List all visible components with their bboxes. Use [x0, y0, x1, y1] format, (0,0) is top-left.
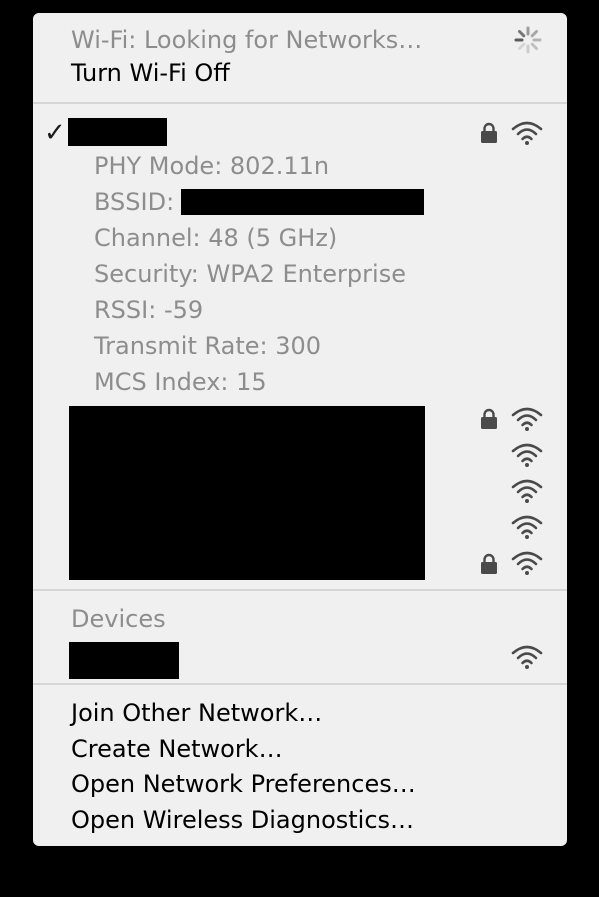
devices-header: Devices — [71, 605, 166, 633]
device-name-redacted[interactable] — [69, 642, 179, 679]
mcs-index-detail: MCS Index: 15 — [94, 368, 267, 396]
wifi-signal-icon — [511, 515, 543, 539]
current-network-name-redacted[interactable] — [68, 118, 167, 146]
open-wireless-diagnostics-item[interactable]: Open Wireless Diagnostics… — [71, 803, 567, 837]
wifi-signal-icon — [511, 407, 543, 431]
transmit-rate-detail: Transmit Rate: 300 — [94, 332, 322, 360]
lock-icon — [481, 408, 497, 429]
wifi-status-label: Wi-Fi: Looking for Networks… — [71, 26, 423, 54]
wifi-signal-icon — [511, 443, 543, 467]
wifi-signal-icon — [511, 479, 543, 503]
open-network-preferences-item[interactable]: Open Network Preferences… — [71, 767, 567, 801]
separator — [33, 589, 567, 591]
lock-icon — [481, 553, 497, 574]
wifi-menu: Wi-Fi: Looking for Networks… Turn Wi-Fi … — [33, 13, 567, 846]
wifi-signal-icon — [511, 645, 543, 669]
bssid-value-redacted — [181, 189, 424, 215]
rssi-detail: RSSI: -59 — [94, 296, 204, 324]
phy-mode-detail: PHY Mode: 802.11n — [94, 152, 330, 180]
separator — [33, 683, 567, 685]
network-list-redacted[interactable] — [69, 406, 425, 580]
join-other-network-item[interactable]: Join Other Network… — [71, 696, 567, 730]
wifi-signal-icon — [511, 551, 543, 575]
security-detail: Security: WPA2 Enterprise — [94, 260, 406, 288]
separator — [33, 102, 567, 104]
checkmark-icon: ✓ — [44, 118, 66, 148]
turn-wifi-off-item[interactable]: Turn Wi-Fi Off — [71, 56, 567, 90]
wifi-signal-icon — [511, 121, 543, 145]
channel-detail: Channel: 48 (5 GHz) — [94, 224, 338, 252]
lock-icon — [481, 122, 497, 143]
spinner-icon — [514, 26, 542, 54]
create-network-item[interactable]: Create Network… — [71, 732, 567, 766]
